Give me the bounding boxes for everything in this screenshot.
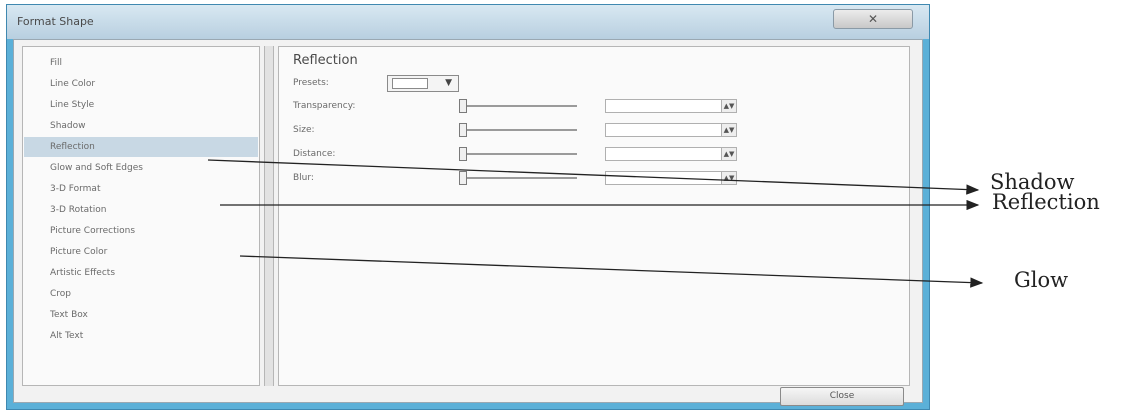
shadow-arrow <box>207 159 980 195</box>
glow-callout: Glow <box>1014 268 1069 292</box>
glow-arrow <box>239 255 984 288</box>
reflection-callout: Reflection <box>992 190 1100 214</box>
annotation-arrows <box>207 159 984 288</box>
